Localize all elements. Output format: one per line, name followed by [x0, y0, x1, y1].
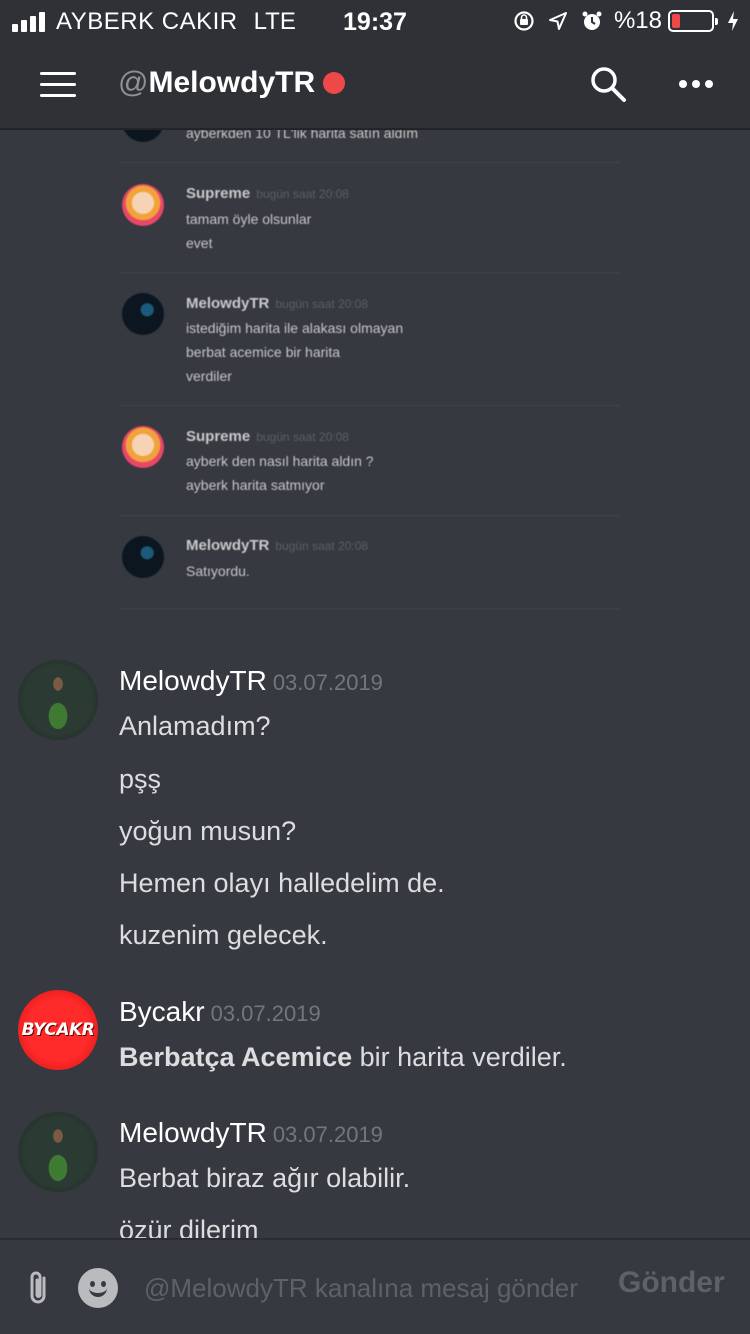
embedded-text: ayberk harita satmıyor [186, 477, 325, 493]
avatar[interactable] [18, 1112, 98, 1192]
message-text[interactable]: pşş [119, 764, 161, 795]
message-date: 03.07.2019 [272, 1122, 383, 1147]
more-icon[interactable] [678, 74, 714, 94]
avatar[interactable] [18, 660, 98, 740]
embedded-text: Satıyordu. [186, 563, 250, 579]
message-text[interactable]: kuzenim gelecek. [119, 920, 328, 951]
battery-icon [668, 10, 718, 32]
paperclip-icon[interactable] [22, 1268, 56, 1308]
rotation-lock-icon [512, 9, 536, 33]
send-button[interactable]: Gönder [618, 1266, 725, 1300]
charging-icon [726, 9, 740, 33]
embedded-text: istediğim harita ile alakası olmayan [186, 320, 404, 336]
divider [120, 515, 620, 516]
search-icon[interactable] [588, 64, 628, 104]
embedded-text: ayberkden 10 TL'lik harita satın aldım [186, 130, 418, 141]
dnd-status-indicator [323, 72, 346, 94]
divider [120, 162, 620, 163]
message-text[interactable]: Berbat biraz ağır olabilir. [119, 1163, 410, 1194]
avatar [122, 293, 164, 335]
embedded-text: ayberk den nasıl harita aldın ? [186, 453, 374, 469]
embedded-text: evet [186, 235, 213, 251]
avatar[interactable]: BYCAKR [18, 990, 98, 1070]
avatar [122, 536, 164, 578]
embedded-author: Supreme [186, 185, 251, 202]
bold-text: Berbatça Acemice [119, 1042, 353, 1072]
message-text[interactable]: Anlamadım? [119, 711, 271, 742]
message-date: 03.07.2019 [210, 1001, 321, 1026]
alarm-icon [580, 9, 604, 33]
message-text[interactable]: yoğun musun? [119, 816, 296, 847]
message-text[interactable]: Berbatça Acemice bir harita verdiler. [119, 1042, 567, 1073]
message-date: 03.07.2019 [272, 670, 383, 695]
at-symbol: @ [118, 66, 149, 99]
embedded-screenshot[interactable]: ayberkden 10 TL'lik harita satın aldım S… [0, 130, 750, 635]
hamburger-icon[interactable] [40, 72, 76, 98]
channel-name: MelowdyTR [148, 66, 316, 99]
embedded-text: verdiler [186, 368, 232, 384]
location-icon [546, 9, 570, 33]
channel-header: @ MelowdyTR [0, 42, 750, 130]
author-name[interactable]: Bycakr [119, 996, 205, 1027]
message-input[interactable] [144, 1270, 614, 1306]
embedded-time: bugün saat 20:08 [256, 430, 349, 444]
message-composer: Gönder [0, 1238, 750, 1334]
divider [120, 405, 620, 406]
embedded-author: Supreme [186, 428, 251, 445]
message-text[interactable]: Hemen olayı halledelim de. [119, 868, 445, 899]
embedded-text: berbat acemice bir harita [186, 344, 341, 360]
author-name[interactable]: MelowdyTR [119, 665, 267, 696]
embedded-time: bugün saat 20:08 [275, 539, 369, 553]
plain-text: bir harita verdiler. [352, 1042, 567, 1072]
battery-percent: %18 [613, 7, 662, 34]
status-bar: AYBERK CAKIR LTE 19:37 %18 [0, 0, 750, 42]
embedded-author: MelowdyTR [186, 295, 270, 312]
embedded-text: tamam öyle olsunlar [186, 211, 312, 227]
avatar [122, 184, 164, 226]
divider [120, 608, 620, 609]
avatar [122, 130, 164, 142]
author-name[interactable]: MelowdyTR [119, 1117, 267, 1148]
embedded-time: bugün saat 20:08 [275, 297, 369, 311]
avatar [122, 426, 164, 468]
channel-title: @ MelowdyTR [118, 66, 346, 100]
embedded-author: MelowdyTR [186, 537, 270, 554]
avatar-logo: BYCAKR [21, 1020, 95, 1040]
embedded-time: bugün saat 20:08 [256, 187, 349, 201]
emoji-icon[interactable] [78, 1268, 118, 1308]
divider [120, 272, 620, 273]
